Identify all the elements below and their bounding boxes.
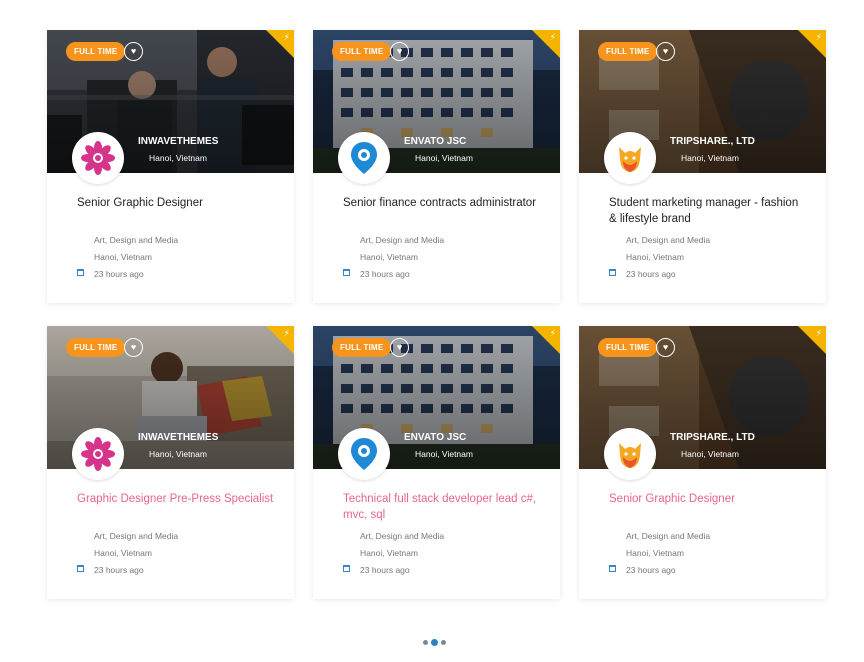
company-location: Hanoi, Vietnam [415,449,473,459]
job-type-badge[interactable]: FULL TIME [332,42,392,61]
posted-time: 23 hours ago [626,269,676,279]
job-card[interactable]: ⚡ FULL TIME ♥ ENVATO JSC Hanoi, Vietnam … [313,30,560,303]
calendar-icon [343,269,350,276]
job-category[interactable]: Art, Design and Media [626,235,710,245]
calendar-icon [77,565,84,572]
posted-time: 23 hours ago [94,565,144,575]
job-title[interactable]: Graphic Designer Pre-Press Specialist [77,491,277,507]
job-type-badge[interactable]: FULL TIME [66,42,126,61]
company-name[interactable]: INWAVETHEMES [138,432,218,443]
job-category[interactable]: Art, Design and Media [94,531,178,541]
pagination-dot[interactable] [441,640,446,645]
flower-logo-icon [81,437,115,471]
company-name[interactable]: INWAVETHEMES [138,136,218,147]
lightning-icon: ⚡ [283,32,290,42]
pagination-dot-active[interactable] [431,639,438,646]
lightning-icon: ⚡ [549,32,556,42]
company-location: Hanoi, Vietnam [681,449,739,459]
posted-time: 23 hours ago [360,565,410,575]
favorite-heart-icon[interactable]: ♥ [656,338,675,357]
fox-logo-icon [619,443,641,468]
company-name[interactable]: ENVATO JSC [404,136,466,147]
calendar-icon [77,269,84,276]
company-name[interactable]: TRIPSHARE., LTD [670,136,755,147]
favorite-heart-icon[interactable]: ♥ [390,42,409,61]
job-type-badge[interactable]: FULL TIME [332,338,392,357]
job-title[interactable]: Technical full stack developer lead c#, … [343,491,543,523]
company-name[interactable]: ENVATO JSC [404,432,466,443]
favorite-heart-icon[interactable]: ♥ [390,338,409,357]
lightning-icon: ⚡ [283,328,290,338]
posted-time: 23 hours ago [94,269,144,279]
flower-logo-icon [81,141,115,175]
fox-logo-icon [619,147,641,172]
company-location: Hanoi, Vietnam [149,153,207,163]
company-location: Hanoi, Vietnam [149,449,207,459]
job-category[interactable]: Art, Design and Media [626,531,710,541]
carousel-pagination [423,639,446,646]
job-card[interactable]: ⚡ FULL TIME ♥ TRIPSHARE., LTD Hanoi, Vie… [579,30,826,303]
job-type-badge[interactable]: FULL TIME [598,338,658,357]
lightning-icon: ⚡ [815,328,822,338]
company-logo[interactable] [72,428,124,480]
lightning-icon: ⚡ [549,328,556,338]
job-location: Hanoi, Vietnam [360,252,418,262]
job-title[interactable]: Senior finance contracts administrator [343,195,543,211]
company-logo[interactable] [604,132,656,184]
calendar-icon [609,269,616,276]
lightning-icon: ⚡ [815,32,822,42]
calendar-icon [343,565,350,572]
job-location: Hanoi, Vietnam [626,548,684,558]
job-location: Hanoi, Vietnam [94,252,152,262]
posted-time: 23 hours ago [360,269,410,279]
favorite-heart-icon[interactable]: ♥ [656,42,675,61]
company-logo[interactable] [72,132,124,184]
job-title[interactable]: Senior Graphic Designer [77,195,277,211]
job-type-badge[interactable]: FULL TIME [598,42,658,61]
calendar-icon [609,565,616,572]
company-logo[interactable] [338,132,390,184]
company-location: Hanoi, Vietnam [681,153,739,163]
job-card[interactable]: ⚡ FULL TIME ♥ TRIPSHARE., LTD Hanoi, Vie… [579,326,826,599]
company-location: Hanoi, Vietnam [415,153,473,163]
pagination-dot[interactable] [423,640,428,645]
favorite-heart-icon[interactable]: ♥ [124,42,143,61]
job-card[interactable]: ⚡ FULL TIME ♥ INWAVETHEMES Hanoi, Vietna… [47,326,294,599]
map-pin-logo-icon [351,438,377,470]
company-logo[interactable] [604,428,656,480]
job-category[interactable]: Art, Design and Media [360,531,444,541]
job-title[interactable]: Senior Graphic Designer [609,491,809,507]
job-title[interactable]: Student marketing manager - fashion & li… [609,195,809,227]
job-type-badge[interactable]: FULL TIME [66,338,126,357]
job-location: Hanoi, Vietnam [626,252,684,262]
map-pin-logo-icon [351,142,377,174]
posted-time: 23 hours ago [626,565,676,575]
favorite-heart-icon[interactable]: ♥ [124,338,143,357]
company-logo[interactable] [338,428,390,480]
job-card[interactable]: ⚡ FULL TIME ♥ ENVATO JSC Hanoi, Vietnam … [313,326,560,599]
job-card[interactable]: ⚡ FULL TIME ♥ INWAVETHEMES Hanoi, Vietna… [47,30,294,303]
job-location: Hanoi, Vietnam [94,548,152,558]
job-location: Hanoi, Vietnam [360,548,418,558]
job-grid: ⚡ FULL TIME ♥ INWAVETHEMES Hanoi, Vietna… [47,30,826,599]
job-category[interactable]: Art, Design and Media [94,235,178,245]
job-category[interactable]: Art, Design and Media [360,235,444,245]
company-name[interactable]: TRIPSHARE., LTD [670,432,755,443]
